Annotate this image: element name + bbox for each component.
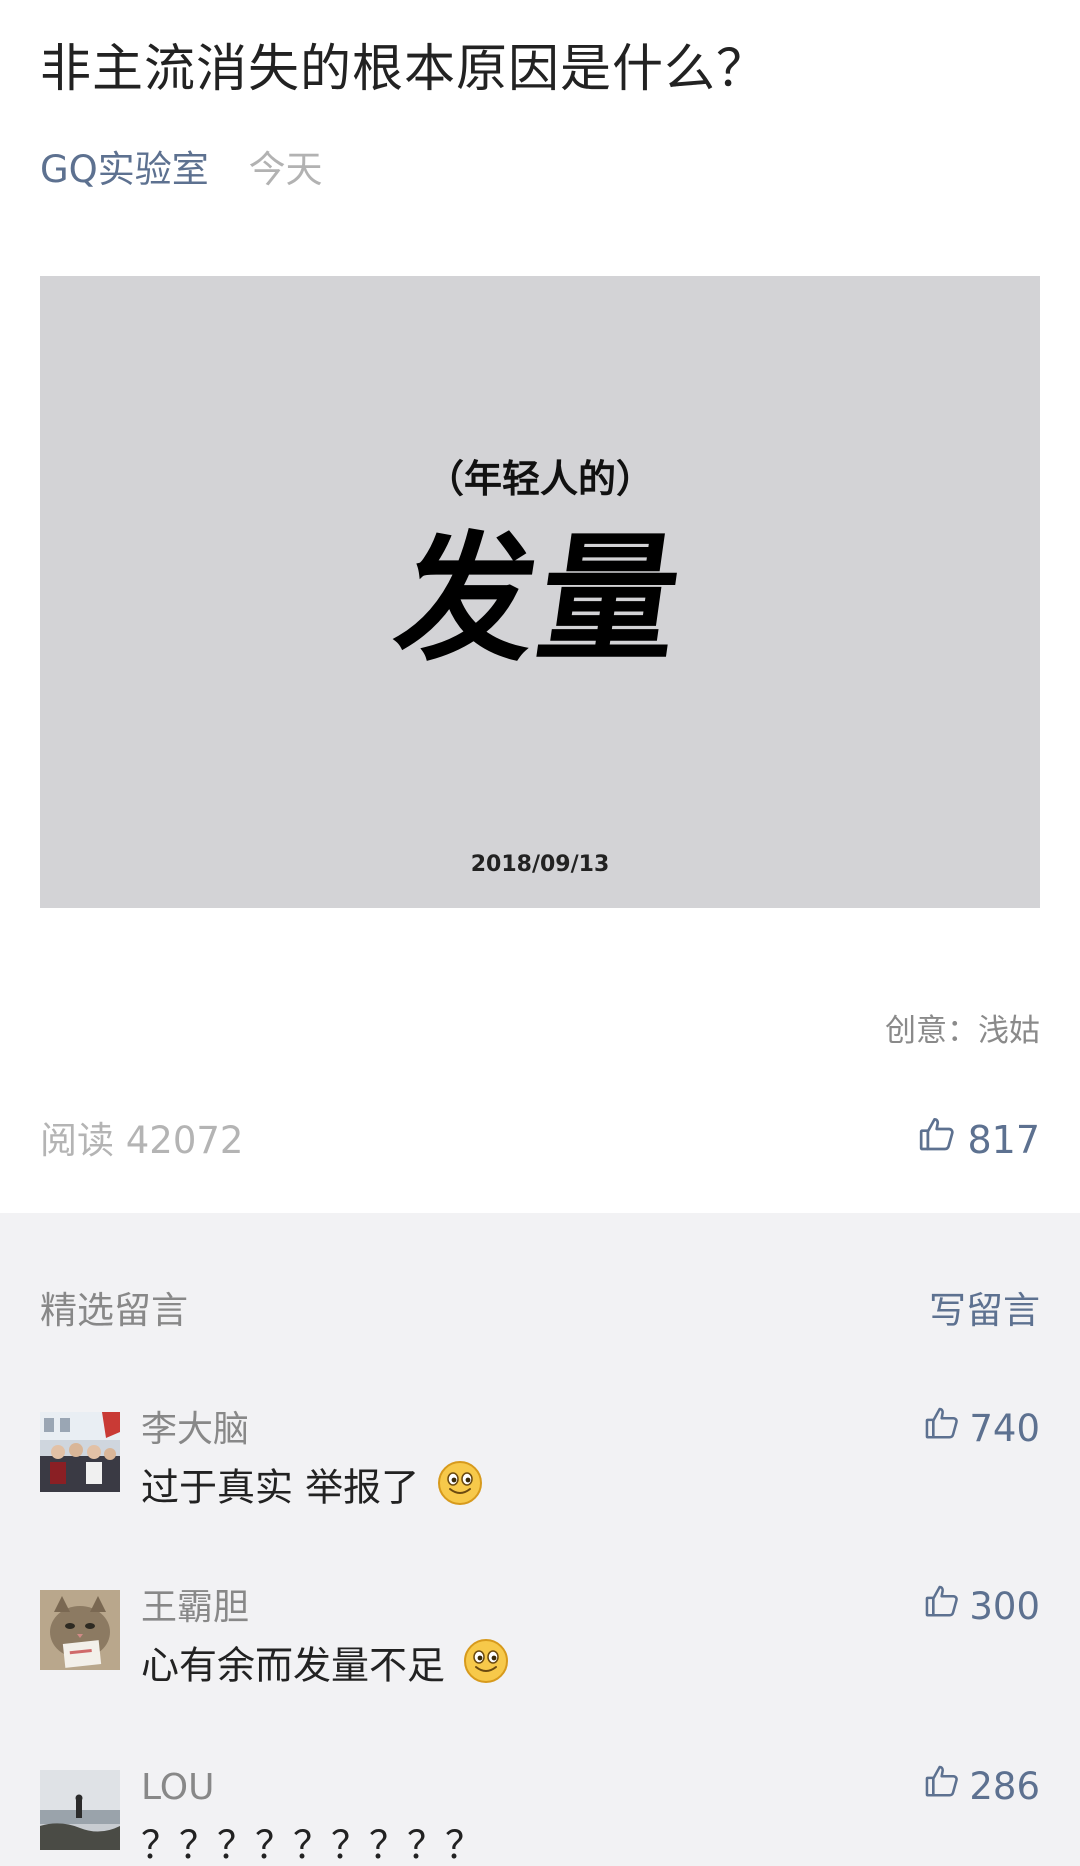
comment-text: 过于真实 举报了 xyxy=(141,1460,483,1520)
comment-text: 心有余而发量不足 xyxy=(141,1638,509,1698)
comments-title: 精选留言 xyxy=(40,1289,188,1332)
comment-item: 王霸胆 心有余而发量不足 300 xyxy=(0,1585,1080,1740)
publish-time: 今天 xyxy=(248,148,323,191)
thumbs-up-icon xyxy=(917,1114,967,1165)
comment-text: ？？？？？？？？？ xyxy=(141,1818,483,1866)
article-title: 非主流消失的根本原因是什么？ xyxy=(40,40,769,99)
cover-subtitle: （年轻人的） xyxy=(425,457,654,501)
comment-item: 李大脑 过于真实 举报了 740 xyxy=(0,1407,1080,1562)
cover-headline: 发量 xyxy=(386,519,694,680)
avatar[interactable] xyxy=(40,1412,120,1492)
comment-item: LOU ？？？？？？？？？ 286 xyxy=(0,1765,1080,1866)
credit-text: 创意：浅姑 xyxy=(885,1013,1040,1049)
comment-like-count: 300 xyxy=(969,1585,1040,1628)
comment-text-content: ？？？？？？？？？ xyxy=(141,1823,484,1866)
write-comment-button[interactable]: 写留言 xyxy=(929,1286,1040,1336)
comment-like-button[interactable]: 740 xyxy=(923,1404,1040,1454)
article-section: 非主流消失的根本原因是什么？ GQ实验室 今天 （年轻人的） 发量 2018/0… xyxy=(0,0,1080,1213)
article-meta: GQ实验室 今天 xyxy=(40,146,323,194)
thumbs-up-icon xyxy=(923,1762,969,1812)
article-like-button[interactable]: 817 xyxy=(917,1114,1040,1165)
comment-nickname: 李大脑 xyxy=(141,1409,250,1450)
article-like-count: 817 xyxy=(967,1117,1040,1162)
comments-section: 精选留言 写留言 李大脑 过于真实 举报了 740 王霸胆 心有余而发量不足 3… xyxy=(0,1213,1080,1866)
comment-like-count: 740 xyxy=(969,1407,1040,1450)
thumbs-up-icon xyxy=(923,1404,969,1454)
comment-text-content: 心有余而发量不足 xyxy=(141,1643,446,1688)
comment-like-count: 286 xyxy=(969,1765,1040,1808)
smile-emoji-icon xyxy=(437,1460,483,1520)
read-count: 阅读 42072 xyxy=(40,1119,244,1162)
comment-nickname: 王霸胆 xyxy=(141,1587,250,1628)
smile-emoji-icon xyxy=(463,1638,509,1698)
article-page: 非主流消失的根本原因是什么？ GQ实验室 今天 （年轻人的） 发量 2018/0… xyxy=(0,0,1080,1866)
comment-nickname: LOU xyxy=(141,1767,215,1808)
avatar[interactable] xyxy=(40,1590,120,1670)
cover-image: （年轻人的） 发量 2018/09/13 xyxy=(40,276,1040,908)
comments-header: 精选留言 写留言 xyxy=(40,1286,1040,1336)
avatar[interactable] xyxy=(40,1770,120,1850)
comment-like-button[interactable]: 286 xyxy=(923,1762,1040,1812)
account-name-link[interactable]: GQ实验室 xyxy=(40,148,209,191)
comment-text-content: 过于真实 举报了 xyxy=(141,1465,420,1510)
comment-like-button[interactable]: 300 xyxy=(923,1582,1040,1632)
thumbs-up-icon xyxy=(923,1582,969,1632)
cover-date: 2018/09/13 xyxy=(470,852,610,877)
